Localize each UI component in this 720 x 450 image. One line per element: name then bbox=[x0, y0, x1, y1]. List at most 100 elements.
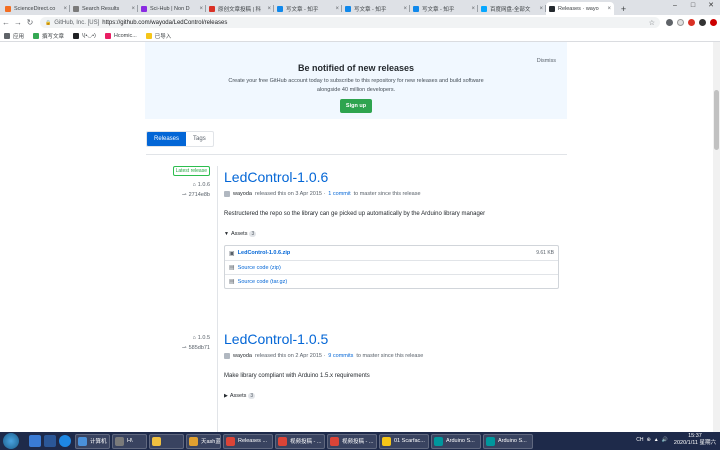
author-link[interactable]: wayoda bbox=[233, 353, 252, 359]
browser-tab[interactable]: 百度网盘-全部文 × bbox=[478, 2, 546, 15]
triangle-down-icon: ▼ bbox=[224, 231, 229, 237]
release-description: Restructered the repo so the library can… bbox=[224, 211, 486, 217]
new-tab-button[interactable]: + bbox=[618, 3, 629, 14]
translate-icon[interactable] bbox=[666, 19, 673, 26]
tab-releases[interactable]: Releases bbox=[147, 132, 187, 146]
bookmark-label: \(•◡•) bbox=[82, 32, 96, 39]
address-bar[interactable]: 🔒 GitHub, Inc. [US] https://github.com/w… bbox=[40, 17, 660, 28]
tray-expand-icon[interactable]: ▲ bbox=[654, 437, 659, 443]
close-tab-icon[interactable]: × bbox=[199, 6, 203, 12]
commits-link[interactable]: 1 commit bbox=[328, 191, 350, 197]
task-label: 视频投稿 - ... bbox=[290, 439, 322, 445]
bookmark-item[interactable]: \(•◡•) bbox=[73, 32, 96, 39]
bookmark-item[interactable]: 撰写文章 bbox=[33, 32, 64, 40]
taskbar-task[interactable]: 01 Scarfac... bbox=[379, 433, 429, 449]
volume-icon[interactable]: 🔊 bbox=[662, 437, 668, 443]
taskbar-task[interactable]: Arduino S... bbox=[431, 433, 481, 449]
commit-hash[interactable]: 585db71 bbox=[189, 345, 210, 351]
browser-tab[interactable]: 写文章 - 知乎 × bbox=[410, 2, 478, 15]
release-title[interactable]: LedControl-1.0.6 bbox=[224, 169, 559, 185]
commit-icon: ⊸ bbox=[181, 192, 187, 198]
browser-tab[interactable]: Sci-Hub | Non D × bbox=[138, 2, 206, 15]
browser-tab-strip: ScienceDirect.co × Search Results × Sci-Hub … bbox=[0, 0, 720, 15]
page-scrollbar[interactable] bbox=[713, 42, 720, 432]
tag-icon: ⌂ bbox=[192, 182, 196, 188]
extension-icon[interactable] bbox=[688, 19, 695, 26]
asset-row[interactable]: ▤ Source code (tar.gz) bbox=[225, 274, 558, 288]
release-meta: wayoda released this on 3 Apr 2015 · 1 c… bbox=[224, 191, 559, 197]
asset-name[interactable]: Source code (tar.gz) bbox=[238, 279, 288, 285]
minimize-button[interactable]: – bbox=[666, 0, 684, 11]
asset-row[interactable]: ▣ LedControl-1.0.6.zip 9.61 KB bbox=[225, 246, 558, 260]
browser-tab[interactable]: Releases · wayo × bbox=[546, 2, 614, 15]
bookmark-label: 应用 bbox=[13, 33, 25, 40]
maximize-button[interactable]: □ bbox=[684, 0, 702, 11]
bookmark-item[interactable]: Hcomic... bbox=[104, 32, 137, 39]
browser-tab[interactable]: 原创文章投稿 | 科 × bbox=[206, 2, 274, 15]
close-tab-icon[interactable]: × bbox=[539, 6, 543, 12]
tag-label[interactable]: 1.0.6 bbox=[198, 182, 210, 188]
bookmark-item[interactable]: 已导入 bbox=[145, 32, 171, 40]
close-tab-icon[interactable]: × bbox=[607, 6, 611, 12]
close-tab-icon[interactable]: × bbox=[267, 6, 271, 12]
assets-toggle[interactable]: ▼ Assets 3 bbox=[224, 231, 559, 237]
tab-title: Releases · wayo bbox=[558, 5, 599, 12]
browser-tab[interactable]: 写文章 - 知乎 × bbox=[342, 2, 410, 15]
assets-toggle[interactable]: ▶ Assets 3 bbox=[224, 393, 559, 399]
commit-hash[interactable]: 2714e8b bbox=[189, 192, 210, 198]
bookmark-star-icon[interactable]: ☆ bbox=[649, 19, 655, 27]
close-tab-icon[interactable]: × bbox=[63, 6, 67, 12]
taskbar-task[interactable]: 计算机 bbox=[75, 433, 110, 449]
release-body: LedControl-1.0.6 wayoda released this on… bbox=[224, 169, 559, 289]
asset-row[interactable]: ▤ Source code (zip) bbox=[225, 260, 558, 274]
back-icon[interactable]: ← bbox=[0, 18, 12, 27]
start-button[interactable] bbox=[3, 433, 19, 449]
favicon-icon bbox=[73, 5, 79, 12]
close-window-button[interactable]: ✕ bbox=[702, 0, 720, 11]
extension-icon[interactable] bbox=[699, 19, 706, 26]
asset-name[interactable]: Source code (zip) bbox=[238, 265, 281, 271]
avatar[interactable] bbox=[224, 353, 230, 359]
bookmark-item[interactable]: 应用 bbox=[4, 32, 24, 40]
browser-tab[interactable]: ScienceDirect.co × bbox=[2, 2, 70, 15]
commits-link[interactable]: 9 commits bbox=[328, 353, 353, 359]
taskbar-task[interactable]: H\ bbox=[112, 433, 147, 449]
extension-icon[interactable] bbox=[677, 19, 684, 26]
close-tab-icon[interactable]: × bbox=[335, 6, 339, 12]
taskbar-task[interactable]: Releases ... bbox=[223, 433, 273, 449]
browser-tab[interactable]: Search Results × bbox=[70, 2, 138, 15]
forward-icon[interactable]: → bbox=[12, 18, 24, 27]
scrollbar-thumb[interactable] bbox=[714, 90, 719, 150]
avatar[interactable] bbox=[224, 191, 230, 197]
taskbar-task[interactable] bbox=[149, 433, 184, 449]
monitor-icon[interactable] bbox=[44, 435, 56, 447]
dismiss-button[interactable]: Dismiss bbox=[537, 58, 556, 64]
tab-tags[interactable]: Tags bbox=[186, 132, 213, 146]
assets-count: 3 bbox=[248, 393, 256, 399]
reload-icon[interactable]: ↻ bbox=[24, 18, 36, 27]
sign-up-button[interactable]: Sign up bbox=[339, 99, 373, 113]
release-title[interactable]: LedControl-1.0.5 bbox=[224, 331, 559, 347]
author-link[interactable]: wayoda bbox=[233, 191, 252, 197]
taskbar-task[interactable]: Arduino S... bbox=[483, 433, 533, 449]
close-tab-icon[interactable]: × bbox=[131, 6, 135, 12]
url-text[interactable]: https://github.com/wayoda/LedControl/rel… bbox=[102, 20, 227, 26]
tab-title: 写文章 - 知乎 bbox=[354, 6, 387, 13]
app-icon bbox=[330, 436, 339, 446]
extension-icon[interactable] bbox=[710, 19, 717, 26]
close-tab-icon[interactable]: × bbox=[403, 6, 407, 12]
asset-name[interactable]: LedControl-1.0.6.zip bbox=[238, 250, 291, 256]
taskbar-task[interactable]: 天ash蓝盘 bbox=[186, 433, 221, 449]
ie-icon[interactable] bbox=[59, 435, 71, 447]
app-icon bbox=[189, 436, 198, 446]
clock[interactable]: 15:37 2020/1/11 星期六 bbox=[674, 433, 716, 447]
ime-indicator[interactable]: CH bbox=[636, 437, 643, 443]
desktop-icon[interactable] bbox=[29, 435, 41, 447]
task-label: H\ bbox=[127, 438, 133, 444]
taskbar-task[interactable]: 视频投稿 - ... bbox=[275, 433, 325, 449]
close-tab-icon[interactable]: × bbox=[471, 6, 475, 12]
tag-label[interactable]: 1.0.5 bbox=[198, 335, 210, 341]
taskbar-task[interactable]: 视频投稿 - ... bbox=[327, 433, 377, 449]
network-icon[interactable]: ⊕ bbox=[647, 437, 651, 443]
browser-tab[interactable]: 写文章 - 知乎 × bbox=[274, 2, 342, 15]
